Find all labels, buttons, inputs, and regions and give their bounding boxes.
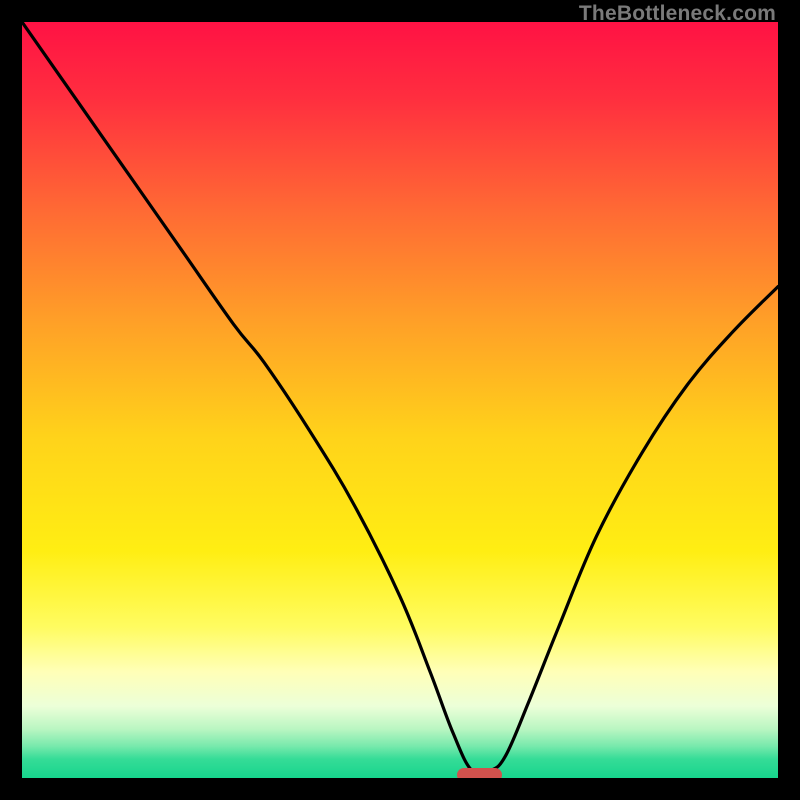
bottleneck-curve — [22, 22, 778, 778]
chart-frame: TheBottleneck.com — [0, 0, 800, 800]
watermark-label: TheBottleneck.com — [579, 2, 776, 26]
optimal-marker — [457, 768, 502, 778]
plot-area — [22, 22, 778, 778]
